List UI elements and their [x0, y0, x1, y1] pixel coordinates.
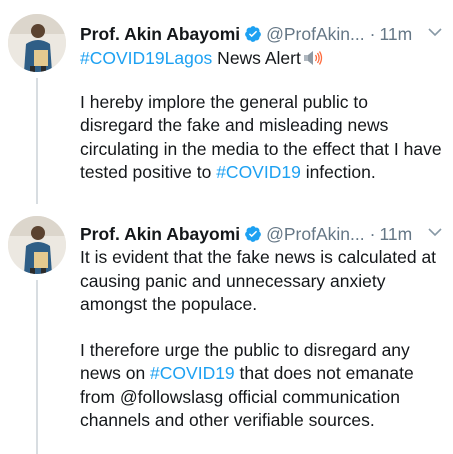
- thread-line: [36, 280, 38, 454]
- news-alert-text: News Alert: [212, 48, 301, 68]
- timestamp[interactable]: 11m: [379, 224, 412, 245]
- user-handle[interactable]: @ProfAkin...: [266, 24, 365, 45]
- avatar[interactable]: [8, 216, 66, 274]
- chevron-down-icon[interactable]: [427, 24, 443, 40]
- thread-line: [36, 78, 38, 204]
- tweet-text: It is evident that the fake news is calc…: [80, 247, 437, 314]
- chevron-down-icon[interactable]: [427, 224, 443, 240]
- separator-dot: ·: [369, 223, 376, 244]
- user-handle[interactable]: @ProfAkin...: [266, 224, 365, 245]
- display-name[interactable]: Prof. Akin Abayomi: [80, 224, 240, 245]
- loudspeaker-emoji-icon: [303, 51, 322, 65]
- hashtag-link[interactable]: #COVID19: [150, 363, 235, 383]
- hashtag-link[interactable]: #COVID19Lagos: [80, 48, 212, 68]
- tweet-header: Prof. Akin Abayomi @ProfAkin... · 11m: [80, 22, 443, 46]
- tweet-content: Prof. Akin Abayomi @ProfAkin... · 11m #C…: [80, 22, 443, 185]
- avatar-photo-icon: [8, 216, 66, 274]
- avatar-photo-icon: [8, 14, 66, 72]
- tweet-text: I hereby implore the general public to d…: [80, 91, 443, 185]
- tweet-text-part: infection.: [300, 162, 376, 182]
- display-name[interactable]: Prof. Akin Abayomi: [80, 24, 240, 45]
- separator-dot: ·: [369, 23, 376, 44]
- tweet-1[interactable]: Prof. Akin Abayomi @ProfAkin... · 11m #C…: [0, 0, 453, 204]
- tweet-header: Prof. Akin Abayomi @ProfAkin... · 11m: [80, 222, 443, 246]
- tweet-content: Prof. Akin Abayomi @ProfAkin... · 11m It…: [80, 222, 443, 433]
- verified-badge-icon: [245, 26, 261, 42]
- avatar[interactable]: [8, 14, 66, 72]
- tweet-2[interactable]: Prof. Akin Abayomi @ProfAkin... · 11m It…: [0, 204, 453, 454]
- timestamp[interactable]: 11m: [379, 24, 412, 45]
- news-alert-line: #COVID19Lagos News Alert: [80, 47, 443, 71]
- verified-badge-icon: [245, 226, 261, 242]
- tweet-text: I therefore urge the public to disregard…: [80, 339, 443, 433]
- hashtag-link[interactable]: #COVID19: [216, 162, 301, 182]
